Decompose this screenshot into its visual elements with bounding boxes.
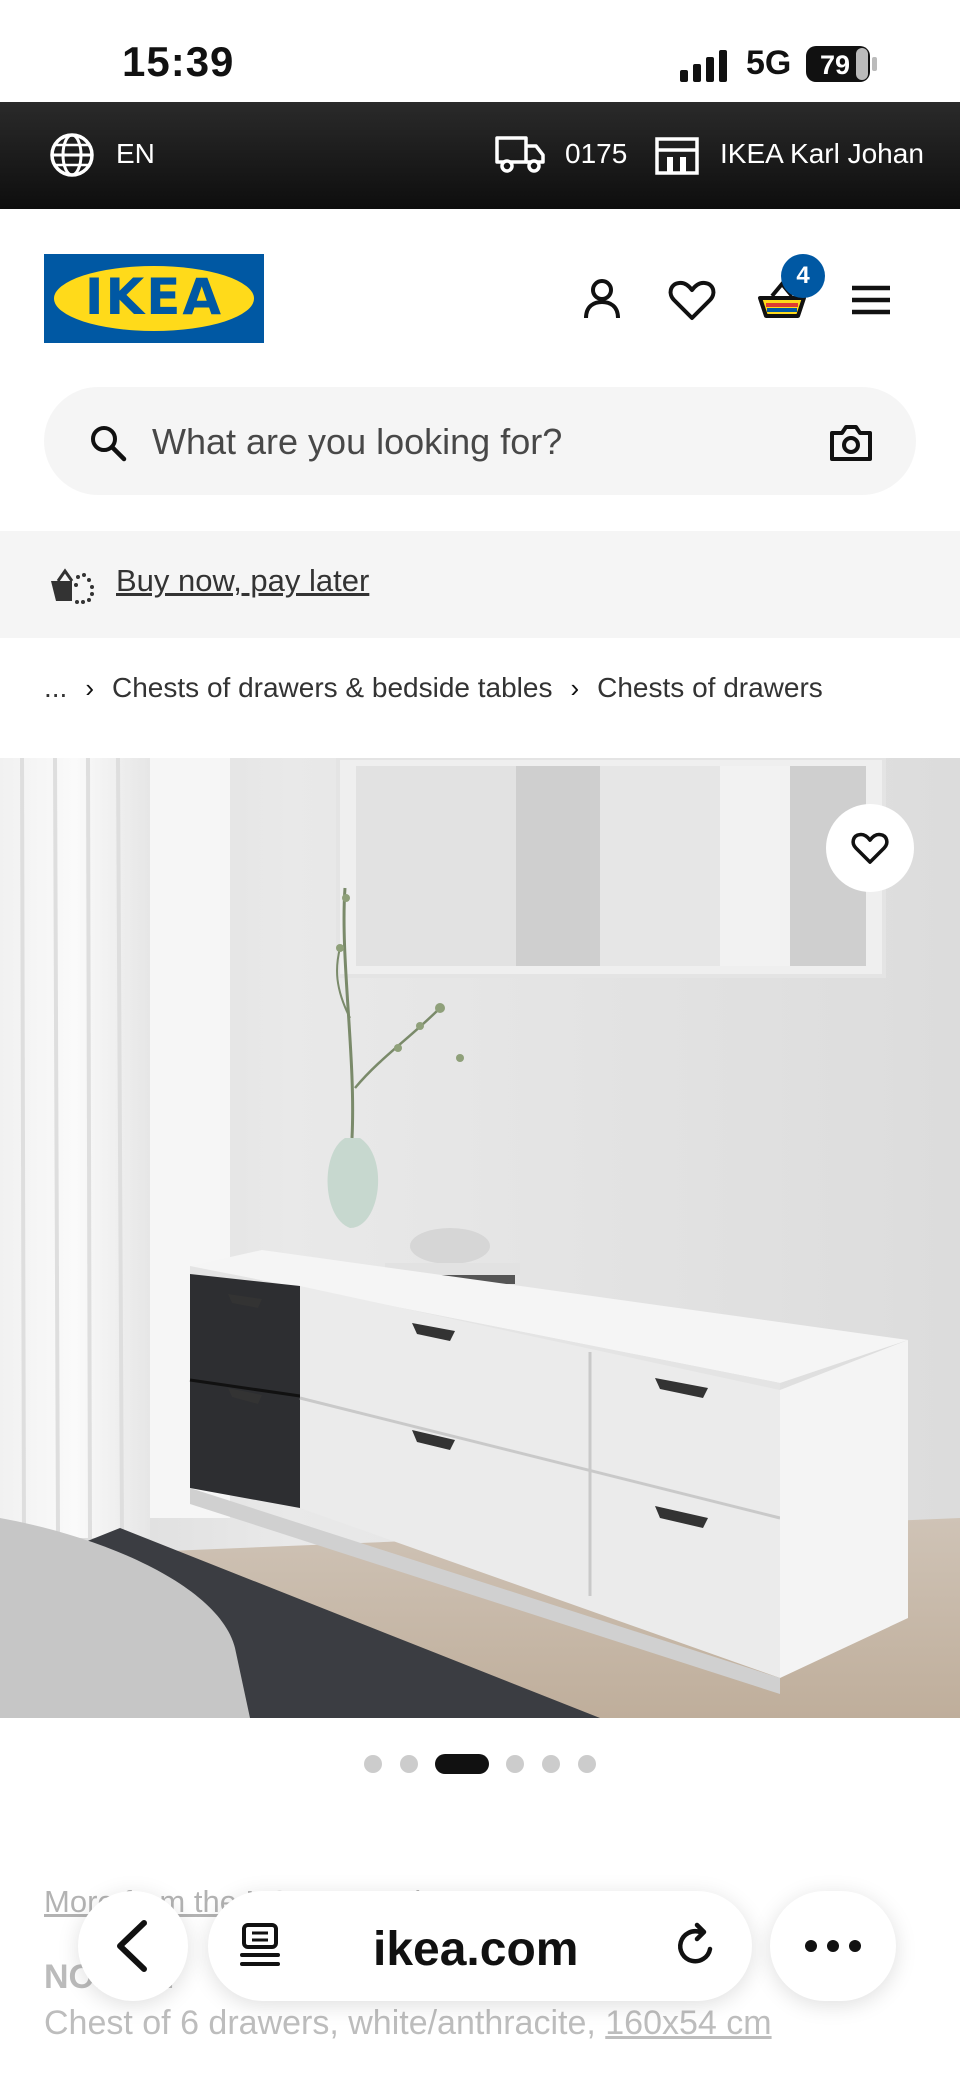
- logo-text: IKEA: [84, 268, 224, 326]
- postcode-selector[interactable]: 0175: [565, 138, 627, 170]
- carousel-dot[interactable]: [400, 1755, 418, 1773]
- chevron-right-icon: ›: [570, 672, 580, 703]
- top-utility-bar: EN 0175 IKEA Karl Johan: [0, 102, 960, 209]
- carousel-dot[interactable]: [506, 1755, 524, 1773]
- search-bar[interactable]: What are you looking for?: [44, 387, 916, 495]
- status-time: 15:39: [122, 38, 235, 85]
- buy-now-pay-later-link[interactable]: Buy now, pay later: [116, 563, 369, 599]
- carousel-dot[interactable]: [578, 1755, 596, 1773]
- delivery-truck-icon[interactable]: [494, 134, 546, 174]
- camera-icon[interactable]: [828, 423, 874, 463]
- status-bar: 15:39 5G 79: [0, 0, 960, 102]
- battery-level: 79: [820, 50, 850, 80]
- breadcrumb: ... › Chests of drawers & bedside tables…: [44, 668, 823, 708]
- battery-icon: 79: [806, 46, 877, 82]
- product-description: Chest of 6 drawers, white/anthracite, 16…: [44, 2004, 772, 2043]
- breadcrumb-item[interactable]: Chests of drawers: [597, 672, 823, 704]
- payment-basket-icon: [51, 568, 94, 604]
- breadcrumb-ellipsis[interactable]: ...: [44, 672, 67, 704]
- store-selector[interactable]: IKEA Karl Johan: [720, 138, 924, 170]
- heart-icon[interactable]: [664, 272, 720, 328]
- product-description-text: Chest of 6 drawers, white/anthracite,: [44, 2004, 606, 2042]
- reload-icon[interactable]: [670, 1921, 720, 1971]
- heart-icon: [851, 832, 889, 864]
- carousel-dot[interactable]: [364, 1755, 382, 1773]
- more-options-button[interactable]: [770, 1891, 896, 2001]
- cart-count-badge: 4: [781, 254, 825, 298]
- search-icon: [91, 426, 127, 462]
- network-label: 5G: [746, 44, 792, 82]
- product-photo-illustration: [0, 758, 960, 1718]
- back-button[interactable]: [78, 1891, 188, 2001]
- ikea-logo[interactable]: IKEA: [44, 254, 264, 343]
- carousel-dot[interactable]: [542, 1755, 560, 1773]
- ellipsis-icon: [805, 1940, 861, 1952]
- chevron-right-icon: ›: [85, 672, 95, 703]
- globe-icon[interactable]: [48, 131, 96, 179]
- language-selector[interactable]: EN: [116, 138, 155, 170]
- search-input[interactable]: What are you looking for?: [152, 421, 562, 463]
- tabs-overview-icon[interactable]: [238, 1921, 282, 1971]
- url-text[interactable]: ikea.com: [373, 1922, 578, 1977]
- chevron-left-icon: [117, 1920, 147, 1972]
- store-icon[interactable]: [654, 136, 700, 176]
- product-image[interactable]: [0, 758, 960, 1718]
- promo-banner: Buy now, pay later: [0, 531, 960, 638]
- carousel-dot-active[interactable]: [435, 1754, 489, 1774]
- product-size-link[interactable]: 160x54 cm: [605, 2004, 771, 2042]
- breadcrumb-item[interactable]: Chests of drawers & bedside tables: [112, 672, 552, 704]
- add-to-favorites-button[interactable]: [826, 804, 914, 892]
- menu-icon[interactable]: [844, 272, 900, 328]
- signal-icon: [680, 50, 727, 82]
- user-icon[interactable]: [574, 272, 630, 328]
